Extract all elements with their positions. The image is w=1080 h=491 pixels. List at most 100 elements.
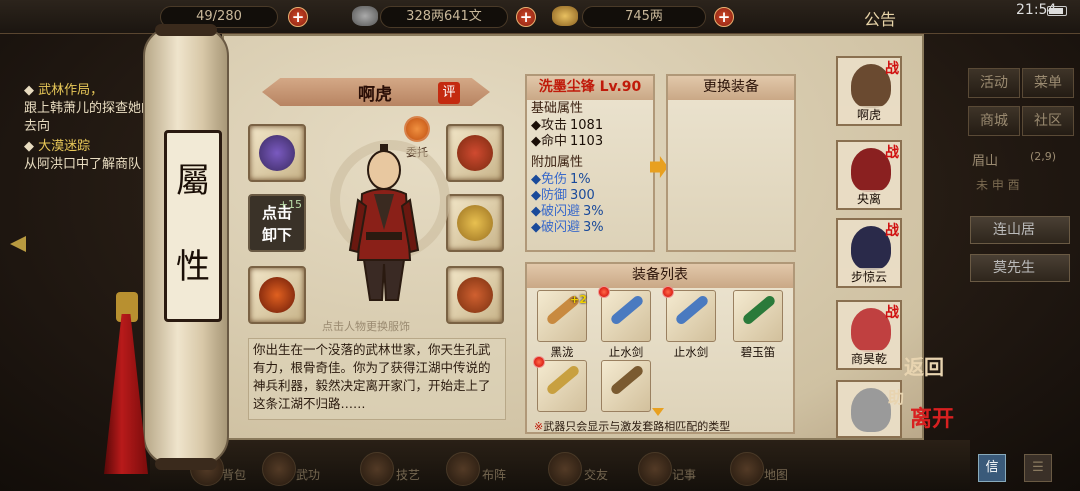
blade-icon: [609, 363, 645, 397]
team-name: 商昊乾: [838, 350, 900, 367]
battery-icon: [1047, 6, 1067, 16]
back-button[interactable]: 返回: [904, 356, 944, 378]
equipment-stats-panel: 洗墨尘锋 Lv.90 基础属性 ◆攻击 1081 ◆命中 1103 附加属性 ◆免伤…: [525, 74, 655, 252]
menu-button[interactable]: 菜单: [1022, 68, 1074, 98]
stat-value: 1081: [570, 118, 604, 133]
stat-value: 3%: [583, 220, 604, 235]
activity-button[interactable]: 活动: [968, 68, 1020, 98]
mail-button[interactable]: 信: [978, 454, 1006, 482]
change-equipment-title: 更换装备: [668, 76, 794, 100]
armor-icon: [457, 205, 493, 241]
stat-name: 破闪避: [541, 220, 581, 235]
scroll-cap: [155, 458, 217, 470]
battle-tag: 战: [885, 145, 899, 161]
bottom-label: 武功: [296, 468, 321, 482]
map-icon[interactable]: [730, 452, 764, 486]
enhance-badge: +2: [570, 293, 587, 306]
stat-row: ◆防御 300: [531, 188, 595, 203]
quest-panel[interactable]: ◆ 武林作局， 跟上韩萧儿的探查她的去向 ◆ 大漠迷踪 从阿洪口中了解商队: [24, 82, 156, 232]
gloves-slot[interactable]: [248, 124, 306, 182]
silver-icon: [352, 6, 378, 26]
unload-slot[interactable]: +15 点击 卸下: [248, 194, 306, 252]
gold-add-button[interactable]: +: [714, 7, 734, 27]
martial-icon[interactable]: [262, 452, 296, 486]
sword-icon: [545, 363, 581, 397]
entrust-icon: [404, 116, 430, 142]
armor-slot[interactable]: [446, 194, 504, 252]
battle-tag: 战: [885, 61, 899, 77]
stat-row: ◆破闪避 3%: [531, 204, 604, 219]
assist-button[interactable]: 助: [888, 384, 904, 408]
character-figure[interactable]: [344, 140, 424, 310]
team-card[interactable]: 战央离: [836, 140, 902, 210]
stat-name: 攻击: [541, 118, 568, 133]
chat-icon[interactable]: ☰: [1024, 454, 1052, 482]
equipment-item[interactable]: [666, 290, 716, 342]
equipment-title: 洗墨尘锋 Lv.90: [527, 76, 653, 100]
gloves-icon: [259, 135, 295, 171]
bottom-label: 交友: [584, 468, 609, 482]
note-text: 武器只会显示与激发套路相匹配的类型: [543, 420, 731, 433]
extra-attr-header: 附加属性: [531, 155, 584, 170]
equipment-item[interactable]: [537, 360, 587, 412]
equipment-item[interactable]: [601, 360, 651, 412]
equipment-item[interactable]: +2: [537, 290, 587, 342]
skill-icon[interactable]: [360, 452, 394, 486]
equipment-item[interactable]: [601, 290, 651, 342]
storage-add-button[interactable]: +: [288, 7, 308, 27]
money-add-button[interactable]: +: [516, 7, 536, 27]
place-item[interactable]: 连山居: [970, 216, 1070, 244]
stat-value: 1%: [570, 172, 591, 187]
item-name: 碧玉笛: [740, 345, 776, 359]
sword-icon: [674, 293, 710, 327]
team-name: 啊虎: [838, 106, 900, 123]
team-name: 步惊云: [838, 268, 900, 285]
team-card[interactable]: 战啊虎: [836, 56, 902, 126]
sword-icon: [609, 293, 645, 327]
stat-name: 免伤: [541, 172, 568, 187]
change-outfit-hint: 点击人物更换服饰: [322, 320, 410, 333]
announce-button[interactable]: 公告: [864, 6, 896, 30]
unload-label: 卸下: [261, 226, 292, 244]
change-equipment-panel[interactable]: 更换装备: [666, 74, 796, 252]
stat-value: 300: [570, 188, 595, 203]
place-item[interactable]: 莫先生: [970, 254, 1070, 282]
necklace-slot[interactable]: [446, 124, 504, 182]
ring-slot[interactable]: [248, 266, 306, 324]
bottom-label: 记事: [672, 468, 697, 482]
quest-item[interactable]: ◆ 武林作局， 跟上韩萧儿的探查她的去向: [24, 82, 156, 136]
tab-attributes[interactable]: 屬 性: [164, 130, 222, 322]
community-button[interactable]: 社区: [1022, 106, 1074, 136]
quest-title: 大漠迷踪: [38, 139, 91, 154]
time-row: 未 申 酉: [976, 178, 1020, 192]
necklace-icon: [457, 135, 493, 171]
accessory-icon: [457, 277, 493, 313]
item-name: 止水剑: [608, 345, 644, 359]
accessory-slot[interactable]: [446, 266, 504, 324]
bottom-label: 布阵: [482, 468, 507, 482]
formation-icon[interactable]: [446, 452, 480, 486]
friends-icon[interactable]: [548, 452, 582, 486]
equipment-list-title: 装备列表: [527, 264, 793, 288]
location-coords: (2,9): [1030, 150, 1057, 163]
scroll-cap: [155, 24, 217, 36]
battle-tag: 战: [885, 223, 899, 239]
character-bio: 你出生在一个没落的武林世家，你天生孔武有力，根骨奇佳。你为了获得江湖中传说的神兵…: [248, 338, 506, 420]
quest-item[interactable]: ◆ 大漠迷踪 从阿洪口中了解商队: [24, 138, 156, 174]
quest-desc: 从阿洪口中了解商队: [24, 157, 142, 172]
stat-value: 3%: [583, 204, 604, 219]
team-card[interactable]: 战商昊乾: [836, 300, 902, 370]
team-card[interactable]: 战步惊云: [836, 218, 902, 288]
base-attr-header: 基础属性: [531, 101, 584, 116]
rate-button[interactable]: 评: [438, 82, 460, 104]
stat-row: ◆破闪避 3%: [531, 220, 604, 235]
stat-value: 1103: [570, 134, 604, 149]
leave-button[interactable]: 离开: [910, 408, 954, 430]
shop-button[interactable]: 商城: [968, 106, 1020, 136]
stat-row: ◆攻击 1081: [531, 118, 604, 133]
tab-char: 屬: [176, 161, 210, 201]
portrait: [851, 388, 891, 432]
equipment-item[interactable]: [733, 290, 783, 342]
tab-char: 性: [176, 247, 210, 287]
journal-icon[interactable]: [638, 452, 672, 486]
